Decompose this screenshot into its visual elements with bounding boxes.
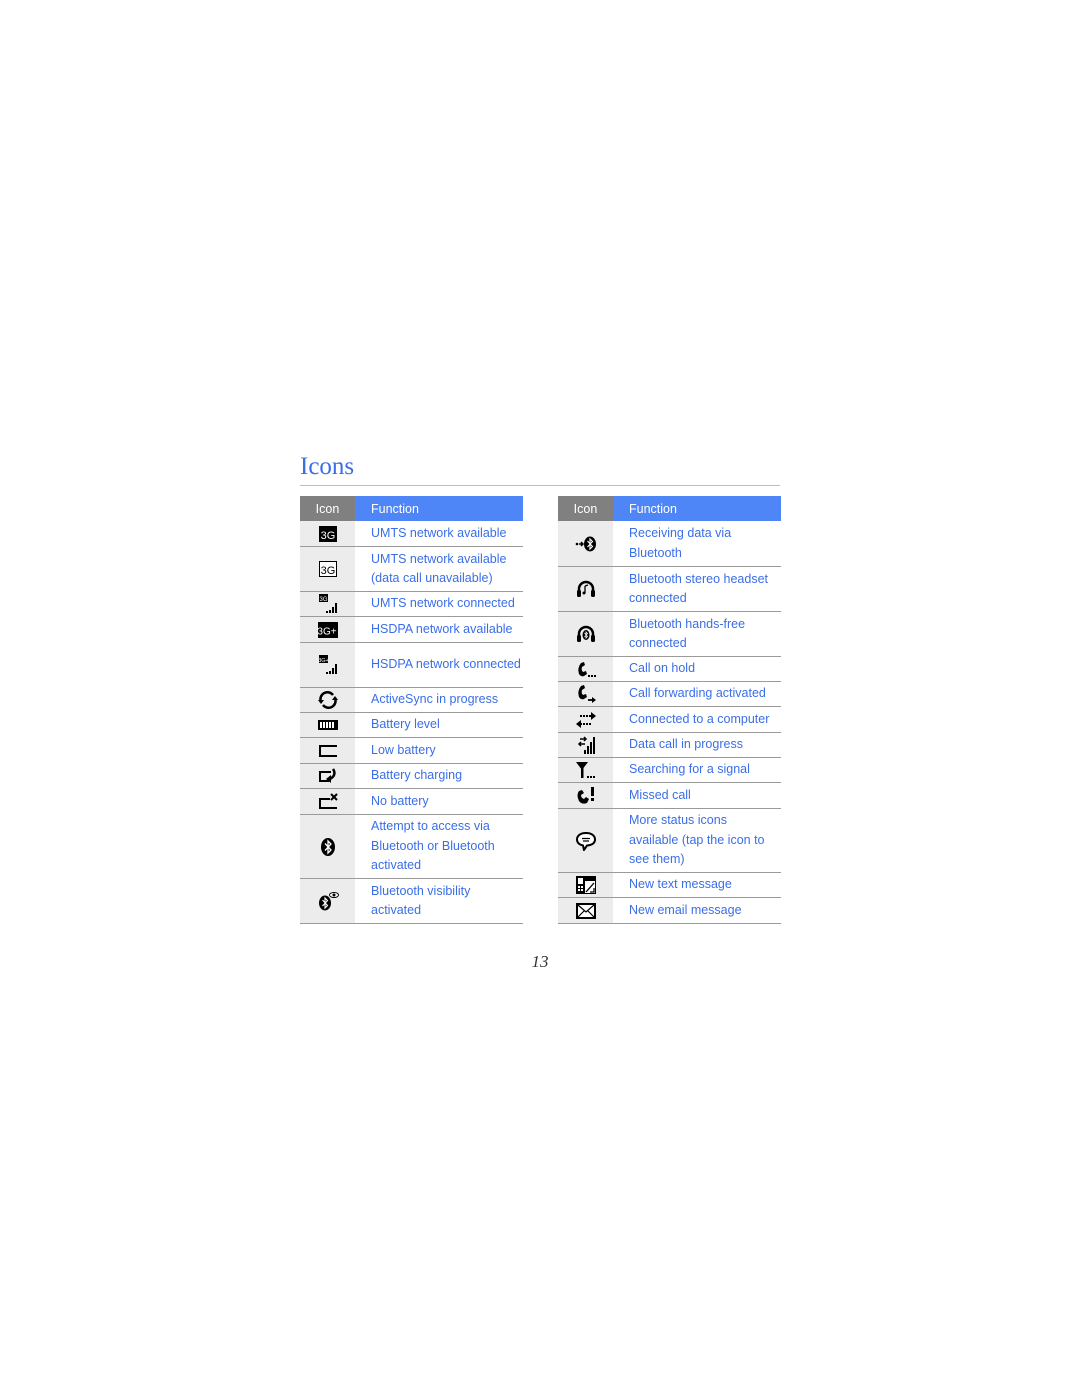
- table-row: Searching for a signal: [558, 758, 781, 783]
- activesync-arrows-icon: [317, 691, 338, 709]
- table-row: Connected to a computer: [558, 707, 781, 733]
- function-label: Connected to a computer: [629, 711, 770, 726]
- svg-text:3G: 3G: [319, 597, 327, 603]
- data-call-icon: [577, 736, 595, 754]
- battery-full-icon: [317, 720, 338, 730]
- header-icon-column: Icon: [300, 496, 355, 521]
- stereo-headset-icon: [576, 580, 595, 597]
- page-number: 13: [531, 952, 549, 971]
- function-label: Call on hold: [629, 661, 696, 676]
- table-row: Bluetooth visibility activated: [300, 879, 523, 924]
- function-label: No battery: [371, 793, 429, 808]
- table-row: Call forwarding activated: [558, 682, 781, 707]
- svg-text:3G: 3G: [320, 565, 335, 577]
- battery-empty-icon: [318, 744, 337, 757]
- function-label: Battery charging: [371, 768, 463, 783]
- function-label: Data call in progress: [629, 737, 743, 752]
- umts-3g-outline-icon: 3G: [318, 561, 337, 577]
- new-text-message-icon: [575, 876, 596, 894]
- table-row: Bluetooth hands-free connected: [558, 612, 781, 657]
- function-label: More status icons available (tap the ico…: [629, 813, 765, 867]
- header-function-column: Function: [355, 496, 523, 521]
- svg-text:3G: 3G: [320, 530, 335, 542]
- searching-signal-icon: [575, 762, 595, 778]
- title-divider: [300, 485, 780, 486]
- hsdpa-3g-plus-icon: 3G+: [317, 621, 338, 638]
- table-row: Data call in progress: [558, 733, 781, 758]
- header-icon-column: Icon: [558, 496, 613, 521]
- function-label: HSDPA network connected: [371, 657, 521, 672]
- table-row: Battery charging: [300, 764, 523, 789]
- call-hold-icon: [577, 662, 596, 677]
- table-row: 3G UMTS network available: [300, 521, 523, 547]
- function-label: New text message: [629, 877, 732, 892]
- table-row: New text message: [558, 873, 781, 898]
- bluetooth-icon: [320, 837, 335, 856]
- table-row: ActiveSync in progress: [300, 688, 523, 713]
- missed-call-icon: [577, 786, 594, 804]
- table-row: More status icons available (tap the ico…: [558, 809, 781, 873]
- table-row: Receiving data via Bluetooth: [558, 521, 781, 567]
- table-header: Icon Function: [558, 496, 781, 521]
- function-label: Receiving data via Bluetooth: [629, 526, 732, 560]
- table-row: 3G UMTS network connected: [300, 592, 523, 617]
- function-label: Bluetooth visibility activated: [371, 883, 471, 918]
- table-row: Low battery: [300, 738, 523, 764]
- more-status-bubble-icon: [575, 831, 596, 851]
- computer-connected-icon: [575, 711, 596, 728]
- function-label: UMTS network available: [371, 525, 507, 540]
- call-forward-icon: [577, 685, 596, 703]
- function-label: UMTS network connected: [371, 596, 515, 611]
- function-label: Call forwarding activated: [629, 686, 766, 701]
- table-row: New email message: [558, 898, 781, 924]
- function-label: New email message: [629, 902, 742, 917]
- function-label: Missed call: [629, 787, 691, 802]
- svg-text:3G+: 3G+: [318, 658, 329, 664]
- function-label: Battery level: [371, 717, 440, 732]
- bluetooth-receive-icon: [575, 536, 596, 551]
- umts-connected-signal-icon: 3G: [318, 594, 337, 613]
- table-row: Missed call: [558, 783, 781, 809]
- function-label: ActiveSync in progress: [371, 692, 499, 707]
- function-label: Bluetooth stereo headset connected: [629, 571, 768, 606]
- table-row: Attempt to access via Bluetooth or Bluet…: [300, 815, 523, 879]
- icons-table-left: Icon Function 3G UMTS network available …: [300, 496, 523, 924]
- table-row: 3G+ HSDPA network connected: [300, 643, 523, 688]
- icons-table-right: Icon Function Receiving data via Bluetoo…: [558, 496, 781, 924]
- table-header: Icon Function: [300, 496, 523, 521]
- table-row: 3G UMTS network available (data call una…: [300, 547, 523, 592]
- table-row: Call on hold: [558, 657, 781, 682]
- header-function-column: Function: [613, 496, 781, 521]
- new-email-icon: [575, 902, 596, 919]
- table-row: 3G+ HSDPA network available: [300, 617, 523, 643]
- table-row: No battery: [300, 789, 523, 815]
- svg-text:3G+: 3G+: [317, 626, 336, 637]
- function-label: UMTS network available (data call unavai…: [371, 551, 507, 586]
- function-label: Searching for a signal: [629, 762, 750, 777]
- hsdpa-connected-signal-icon: 3G+: [318, 655, 337, 674]
- page-title: Icons: [300, 453, 355, 480]
- handsfree-headset-icon: [576, 625, 595, 642]
- umts-3g-filled-icon: 3G: [318, 525, 337, 542]
- no-battery-icon: [318, 792, 338, 809]
- function-label: Low battery: [371, 742, 436, 757]
- function-label: Attempt to access via Bluetooth or Bluet…: [371, 819, 495, 873]
- battery-charging-icon: [318, 768, 336, 783]
- function-label: Bluetooth hands-free connected: [629, 616, 746, 651]
- table-row: Bluetooth stereo headset connected: [558, 567, 781, 612]
- bluetooth-visibility-icon: [318, 892, 339, 911]
- function-label: HSDPA network available: [371, 621, 513, 636]
- table-row: Battery level: [300, 713, 523, 738]
